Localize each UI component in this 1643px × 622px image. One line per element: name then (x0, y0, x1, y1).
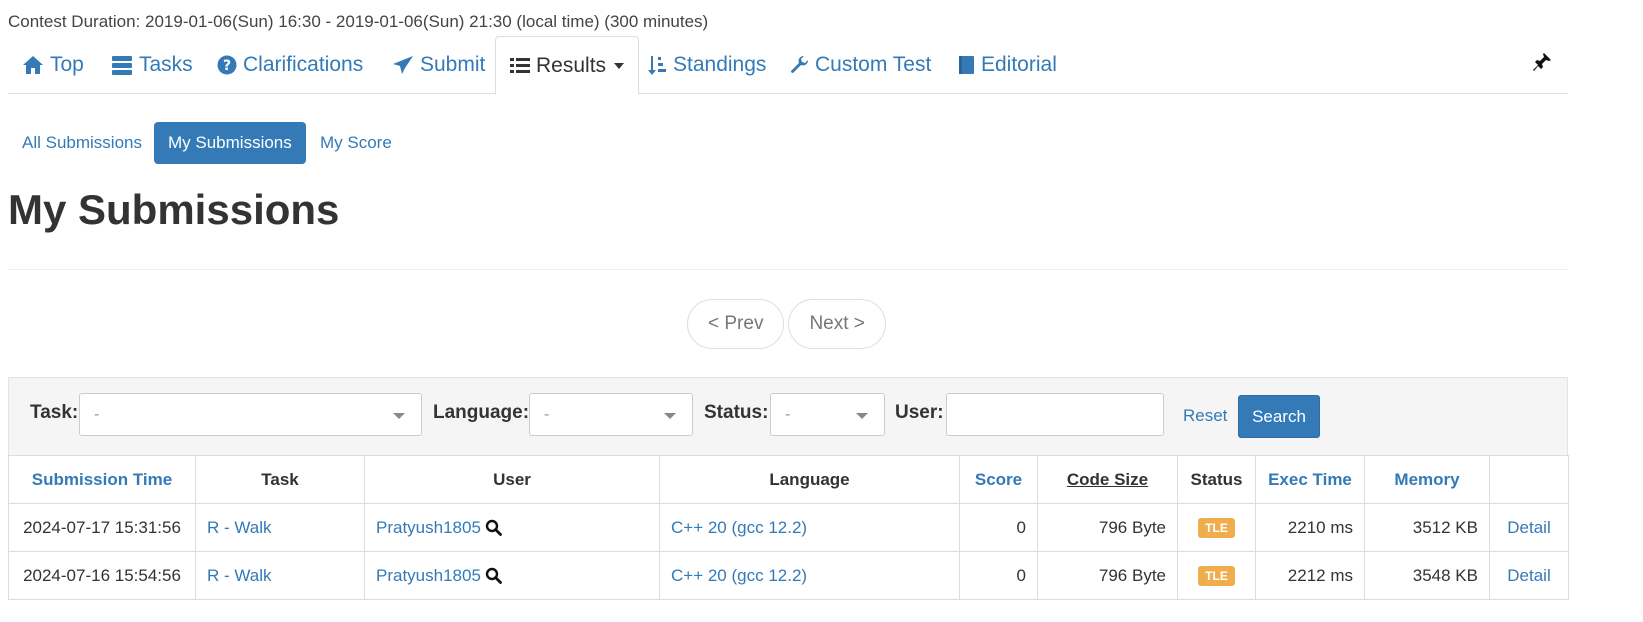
user-cell: Pratyush1805 (376, 566, 502, 586)
header-exec-time[interactable]: Exec Time (1255, 455, 1365, 504)
user-link[interactable]: Pratyush1805 (376, 566, 481, 586)
status-badge: TLE (1198, 566, 1235, 586)
nav-results[interactable]: Results (495, 36, 640, 95)
task-filter-select[interactable]: - (79, 393, 422, 436)
header-score[interactable]: Score (959, 455, 1038, 504)
cell-exec-time: 2210 ms (1255, 503, 1365, 552)
header-submission-time[interactable]: Submission Time (8, 455, 196, 504)
chevron-down-icon (856, 413, 868, 419)
chevron-down-icon (664, 413, 676, 419)
paper-plane-icon (393, 56, 413, 74)
user-filter-input[interactable] (946, 393, 1164, 436)
detail-link[interactable]: Detail (1507, 566, 1550, 585)
search-icon[interactable] (485, 519, 502, 536)
header-code-size[interactable]: Code Size (1037, 455, 1178, 504)
nav-top-label: Top (50, 53, 84, 76)
task-link[interactable]: R - Walk (207, 566, 272, 585)
nav-editorial[interactable]: Editorial (957, 36, 1057, 94)
language-filter-value: - (544, 405, 550, 423)
language-filter-label: Language: (433, 402, 530, 423)
pin-icon[interactable] (1532, 52, 1552, 72)
cell-code-size: 796 Byte (1037, 551, 1178, 600)
header-status: Status (1177, 455, 1256, 504)
task-filter-label: Task: (30, 402, 79, 423)
nav-submit-label: Submit (420, 53, 486, 76)
search-button[interactable]: Search (1238, 395, 1320, 438)
nav-tasks[interactable]: Tasks (111, 36, 193, 94)
prev-page-button[interactable]: < Prev (687, 299, 785, 349)
task-filter-value: - (94, 405, 100, 423)
cell-exec-time: 2212 ms (1255, 551, 1365, 600)
header-language: Language (659, 455, 960, 504)
user-cell: Pratyush1805 (376, 518, 502, 538)
page-title: My Submissions (8, 186, 340, 233)
cell-memory: 3512 KB (1364, 503, 1490, 552)
language-link[interactable]: C++ 20 (gcc 12.2) (671, 518, 807, 537)
cell-submission-time: 2024-07-17 15:31:56 (8, 503, 196, 552)
header-task: Task (195, 455, 365, 504)
status-filter-select[interactable]: - (770, 393, 885, 436)
nav-standings[interactable]: Standings (647, 36, 766, 94)
filter-panel: Task: - Language: - Status: - User: Rese… (8, 377, 1568, 456)
book-icon (959, 56, 974, 74)
header-user: User (364, 455, 660, 504)
table-header-row: Submission Time Task User Language Score… (8, 455, 1569, 504)
contest-duration: Contest Duration: 2019-01-06(Sun) 16:30 … (8, 12, 709, 31)
nav-clarifications-label: Clarifications (243, 53, 364, 76)
nav-tasks-label: Tasks (139, 53, 193, 76)
next-page-button[interactable]: Next > (788, 299, 886, 349)
language-link[interactable]: C++ 20 (gcc 12.2) (671, 566, 807, 585)
caret-down-icon (614, 62, 625, 69)
nav-results-label: Results (536, 53, 607, 77)
cell-submission-time: 2024-07-16 15:54:56 (8, 551, 196, 600)
status-filter-value: - (785, 405, 791, 423)
list-icon (510, 57, 530, 73)
all-submissions-link[interactable]: All Submissions (8, 122, 156, 164)
language-filter-select[interactable]: - (529, 393, 693, 436)
table-row: 2024-07-16 15:54:56 R - Walk Pratyush180… (8, 551, 1569, 600)
user-link[interactable]: Pratyush1805 (376, 518, 481, 538)
search-icon[interactable] (485, 567, 502, 584)
detail-link[interactable]: Detail (1507, 518, 1550, 537)
cell-score: 0 (959, 551, 1038, 600)
my-score-link[interactable]: My Score (306, 122, 406, 164)
sort-amount-icon (648, 56, 666, 75)
reset-link[interactable]: Reset (1183, 406, 1227, 426)
user-filter-label: User: (895, 402, 944, 423)
header-detail (1489, 455, 1569, 504)
nav-custom-test-label: Custom Test (815, 53, 932, 76)
header-memory[interactable]: Memory (1364, 455, 1490, 504)
submissions-table: Submission Time Task User Language Score… (8, 455, 1569, 600)
cell-score: 0 (959, 503, 1038, 552)
cell-memory: 3548 KB (1364, 551, 1490, 600)
nav-editorial-label: Editorial (981, 53, 1057, 76)
nav-top[interactable]: Top (22, 36, 84, 94)
wrench-icon (791, 55, 809, 73)
nav-submit[interactable]: Submit (392, 36, 485, 94)
chevron-down-icon (393, 413, 405, 419)
home-icon (23, 56, 43, 74)
svg-text:?: ? (223, 58, 231, 74)
nav-standings-label: Standings (673, 53, 767, 76)
nav-custom-test[interactable]: Custom Test (789, 36, 931, 94)
status-filter-label: Status: (704, 402, 769, 423)
tasks-icon (112, 56, 132, 75)
cell-code-size: 796 Byte (1037, 503, 1178, 552)
contest-nav-tabs: Top Tasks ? Clarifications Submit Result… (8, 36, 1568, 95)
nav-clarifications[interactable]: ? Clarifications (217, 36, 363, 94)
question-circle-icon: ? (217, 55, 237, 75)
task-link[interactable]: R - Walk (207, 518, 272, 537)
pager: < Prev Next > (687, 299, 886, 349)
my-submissions-pill[interactable]: My Submissions (154, 122, 306, 164)
status-badge: TLE (1198, 518, 1235, 538)
divider (8, 269, 1568, 270)
table-row: 2024-07-17 15:31:56 R - Walk Pratyush180… (8, 503, 1569, 552)
